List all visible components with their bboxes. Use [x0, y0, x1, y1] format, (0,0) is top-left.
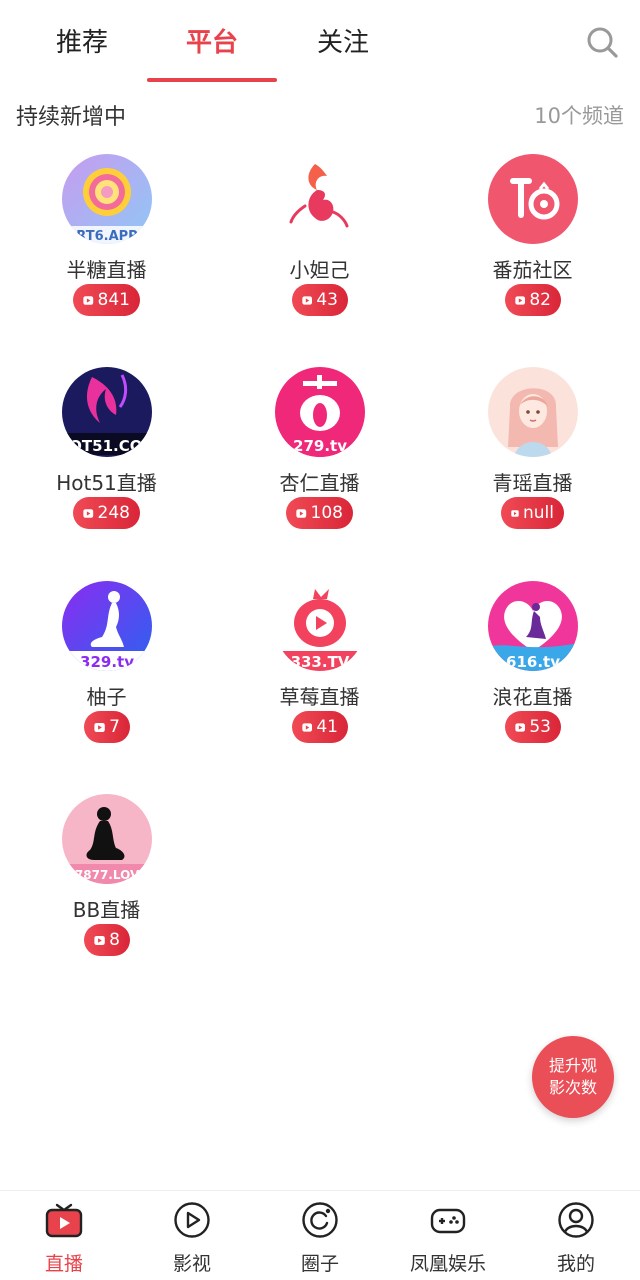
video-count-badge: 43	[292, 284, 348, 316]
avatar-caption: 329.tv	[80, 653, 134, 671]
channel-card[interactable]: 616.tv 浪花直播 53	[426, 577, 639, 777]
video-icon	[83, 295, 94, 305]
badge-count: 8	[109, 930, 120, 950]
channel-card[interactable]: 青瑶直播 null	[426, 363, 639, 563]
badge-count: 82	[529, 290, 551, 310]
top-tab-bar: 推荐 平台 关注	[0, 0, 640, 90]
avatar-caption: 333.TV	[291, 653, 350, 671]
heart-silhouette-logo-icon: 616.tv	[488, 581, 578, 671]
channel-name: 草莓直播	[279, 685, 360, 709]
badge-count: 43	[316, 290, 338, 310]
video-count-badge: 41	[292, 711, 348, 743]
video-icon	[83, 508, 94, 518]
video-icon	[302, 295, 313, 305]
video-count-badge: 248	[73, 497, 140, 529]
channel-card[interactable]: 番茄社区 82	[426, 150, 639, 350]
channel-name: Hot51直播	[56, 471, 157, 495]
video-icon	[94, 722, 105, 732]
badge-count: 248	[97, 503, 130, 523]
channel-card[interactable]: RT6.APP 半糖直播 841	[0, 150, 213, 350]
nav-mine[interactable]: 我的	[512, 1191, 640, 1280]
video-count-badge: 53	[505, 711, 561, 743]
fox-logo-icon	[275, 154, 365, 244]
avatar-caption: HOT51.COM	[62, 437, 152, 455]
avatar-caption: RT6.APP	[76, 229, 137, 244]
search-icon[interactable]	[584, 24, 620, 60]
channel-name: 番茄社区	[492, 258, 573, 282]
fab-line1: 提升观	[548, 1056, 597, 1075]
section-title: 持续新增中	[16, 105, 127, 130]
nav-movies[interactable]: 影视	[128, 1191, 256, 1280]
video-count-badge: 8	[84, 924, 130, 956]
pink-silhouette-logo-icon: 77877.LOVE	[62, 794, 152, 884]
video-count-badge: 82	[505, 284, 561, 316]
channel-card[interactable]: 279.tv 杏仁直播 108	[213, 363, 426, 563]
fab-line2: 影次数	[548, 1078, 597, 1097]
badge-count: 53	[529, 717, 551, 737]
channel-name: 半糖直播	[66, 258, 147, 282]
channel-card[interactable]: HOT51.COM Hot51直播 248	[0, 363, 213, 563]
gamepad-icon	[430, 1208, 466, 1234]
video-icon	[94, 935, 105, 945]
channel-name: BB直播	[72, 898, 141, 922]
avatar-caption: 279.tv	[293, 437, 347, 455]
channel-card[interactable]: 329.tv 柚子 7	[0, 577, 213, 777]
active-tab-indicator	[147, 78, 277, 82]
boost-views-button[interactable]: 提升观 影次数	[532, 1036, 614, 1118]
video-count-badge: 7	[84, 711, 130, 743]
nav-label: 影视	[172, 1253, 211, 1275]
nav-label: 直播	[44, 1253, 83, 1275]
play-circle-icon	[174, 1202, 210, 1238]
badge-count: 7	[109, 717, 120, 737]
tab-follow[interactable]: 关注	[278, 22, 408, 59]
video-icon	[296, 508, 307, 518]
badge-count: 108	[310, 503, 343, 523]
channel-card[interactable]: 77877.LOVE BB直播 8	[0, 790, 213, 990]
channel-card[interactable]: 333.TV 草莓直播 41	[213, 577, 426, 777]
badge-count: 41	[316, 717, 338, 737]
hot51-logo-icon: HOT51.COM	[62, 367, 152, 457]
strawberry-logo-icon: 333.TV	[275, 581, 365, 671]
circle-refresh-icon	[302, 1202, 338, 1238]
tab-recommend[interactable]: 推荐	[17, 22, 147, 59]
video-count-badge: 841	[73, 284, 140, 316]
channel-name: 浪花直播	[492, 685, 573, 709]
lollipop-logo-icon: RT6.APP	[62, 154, 152, 244]
nav-circle[interactable]: 圈子	[256, 1191, 384, 1280]
video-icon	[515, 722, 526, 732]
channel-count: 10个频道	[534, 104, 624, 128]
almond-logo-icon: 279.tv	[275, 367, 365, 457]
nav-label: 凤凰娱乐	[409, 1253, 486, 1275]
video-icon	[302, 722, 313, 732]
portrait-logo-icon	[488, 367, 578, 457]
tv-icon	[45, 1203, 83, 1238]
tomato-logo-icon	[488, 154, 578, 244]
silhouette-logo-icon: 329.tv	[62, 581, 152, 671]
channel-card[interactable]: 小妲己 43	[213, 150, 426, 350]
badge-count: null	[523, 503, 554, 523]
avatar-caption: 616.tv	[506, 653, 560, 671]
avatar-caption: 77877.LOVE	[67, 868, 148, 882]
channel-name: 小妲己	[289, 258, 350, 282]
video-icon	[515, 295, 526, 305]
user-icon	[558, 1202, 594, 1238]
bottom-nav: 直播 影视 圈子 凤凰娱乐 我的	[0, 1190, 640, 1280]
nav-label: 圈子	[300, 1253, 339, 1275]
channel-name: 杏仁直播	[279, 471, 360, 495]
video-count-badge: null	[501, 497, 564, 529]
nav-phoenix-entertainment[interactable]: 凤凰娱乐	[384, 1191, 512, 1280]
video-icon	[511, 509, 519, 517]
channel-name: 柚子	[86, 685, 127, 709]
badge-count: 841	[97, 290, 130, 310]
video-count-badge: 108	[286, 497, 353, 529]
tab-platform[interactable]: 平台	[147, 22, 277, 59]
channel-name: 青瑶直播	[492, 471, 573, 495]
nav-live[interactable]: 直播	[0, 1191, 128, 1280]
nav-label: 我的	[556, 1253, 595, 1275]
